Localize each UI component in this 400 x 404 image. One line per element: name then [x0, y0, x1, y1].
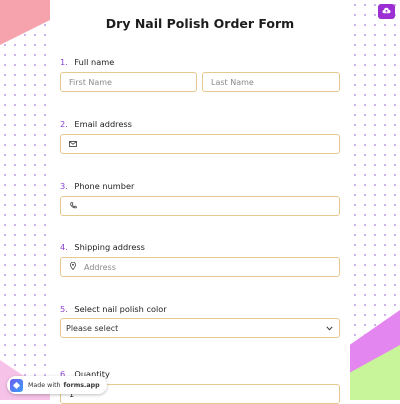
question-label: Full name [74, 57, 115, 67]
email-input[interactable] [60, 134, 340, 154]
question-full-name: 1. Full name [60, 57, 114, 67]
question-label: Email address [74, 119, 132, 129]
color-select-value: Please select [66, 323, 119, 333]
forms-app-logo-icon [10, 378, 23, 392]
last-name-placeholder: Last Name [211, 77, 254, 87]
form-title: Dry Nail Polish Order Form [105, 16, 295, 31]
phone-input[interactable] [60, 196, 340, 216]
question-label: Select nail polish color [74, 304, 167, 314]
color-select[interactable]: Please select [60, 318, 340, 338]
first-name-placeholder: First Name [69, 77, 112, 87]
question-number: 3. [60, 181, 68, 191]
envelope-icon [65, 140, 81, 149]
question-polish-color: 5. Select nail polish color [60, 304, 167, 314]
form-page: Dry Nail Polish Order Form 1. Full name … [0, 0, 400, 404]
phone-icon [65, 201, 81, 211]
question-label: Phone number [74, 181, 135, 191]
upload-button[interactable] [378, 4, 395, 19]
question-number: 1. [60, 57, 68, 67]
badge-prefix: Made with [28, 381, 61, 389]
question-label: Shipping address [74, 242, 145, 252]
cloud-upload-icon [382, 7, 391, 16]
question-phone: 3. Phone number [60, 181, 134, 191]
address-input[interactable]: Address [60, 257, 340, 277]
question-number: 5. [60, 304, 68, 314]
address-placeholder: Address [84, 262, 116, 272]
question-email: 2. Email address [60, 119, 132, 129]
question-number: 2. [60, 119, 68, 129]
first-name-input[interactable]: First Name [60, 72, 197, 92]
last-name-input[interactable]: Last Name [202, 72, 340, 92]
made-with-badge[interactable]: Made with forms.app [7, 376, 107, 394]
question-number: 4. [60, 242, 68, 252]
chevron-down-icon [326, 324, 333, 333]
badge-brand: forms.app [63, 381, 100, 389]
location-pin-icon [65, 261, 81, 272]
question-shipping-address: 4. Shipping address [60, 242, 145, 252]
